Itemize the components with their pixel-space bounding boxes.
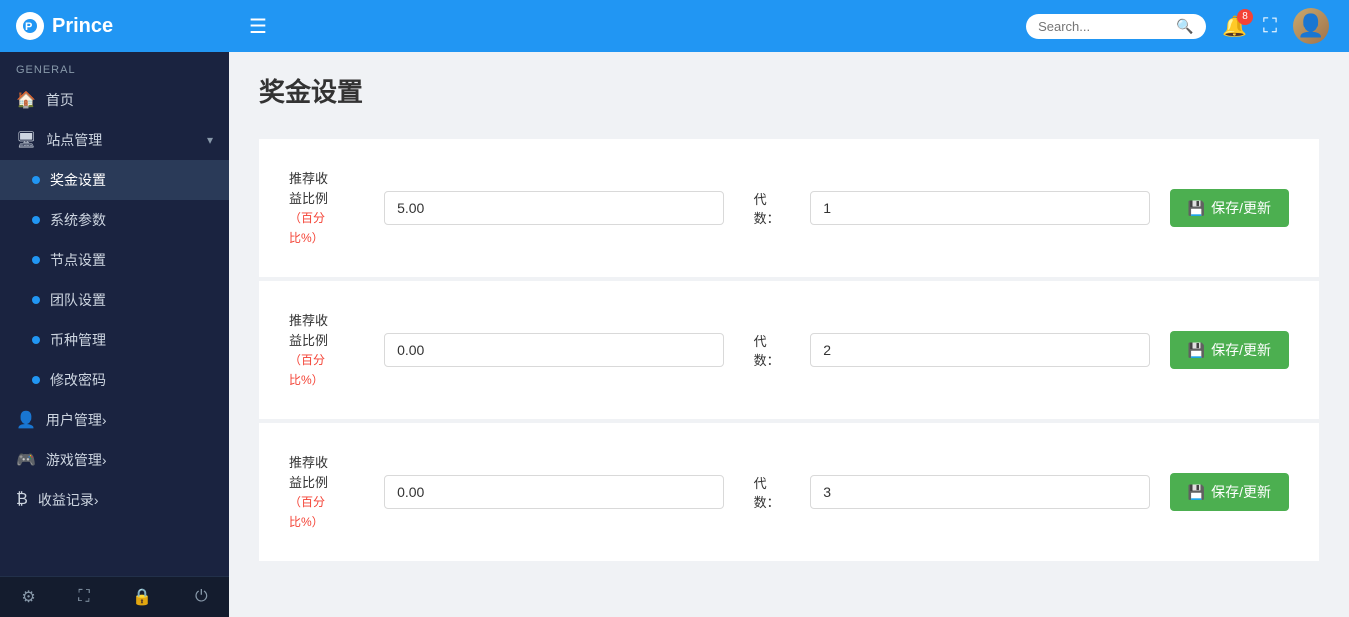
sidebar-item-node-settings-label: 节点设置 [50,250,106,270]
search-icon: 🔍 [1176,18,1193,35]
dot-icon [32,376,40,384]
home-icon: 🏠 [16,90,36,110]
notification-bell[interactable]: 🔔 8 [1222,14,1247,39]
sidebar-item-income-records-label: 收益记录› [38,490,99,510]
save-button-2[interactable]: 💾 保存/更新 [1170,331,1289,369]
avatar[interactable]: 👤 [1293,8,1329,44]
save-icon-2: 💾 [1188,342,1205,359]
sidebar-item-site-management-label: 站点管理 [46,130,102,150]
expand-icon[interactable]: ⛶ [78,588,89,606]
app-logo: P Prince [0,0,229,52]
sidebar-item-site-management[interactable]: 🖥 站点管理 ▾ [0,120,229,160]
sidebar-item-home[interactable]: 🏠 首页 [0,80,229,120]
page-title: 奖金设置 [259,72,1319,109]
power-icon[interactable]: ⏻ [195,588,208,606]
expand-screen-icon[interactable]: ⛶ [1263,15,1277,38]
settings-icon[interactable]: ⚙ [21,587,35,607]
save-label-3: 保存/更新 [1211,482,1271,502]
save-button-3[interactable]: 💾 保存/更新 [1170,473,1289,511]
sidebar-item-bonus-settings-label: 奖金设置 [50,170,106,190]
page-title-bar: 奖金设置 [229,52,1349,119]
sidebar-item-user-management-label: 用户管理› [46,410,107,430]
save-icon-1: 💾 [1188,200,1205,217]
dai-shu-input-2[interactable] [810,333,1149,367]
sidebar-item-change-password[interactable]: 修改密码 [0,360,229,400]
save-label-1: 保存/更新 [1211,198,1271,218]
svg-text:P: P [25,21,32,33]
chevron-down-icon: ▾ [207,133,213,147]
sidebar-item-income-records[interactable]: ₿ 收益记录› [0,480,229,520]
hamburger-icon[interactable]: ☰ [249,14,267,39]
dot-icon [32,336,40,344]
dai-shu-label-3: 代数： [754,473,791,511]
sidebar-item-coin-management[interactable]: 币种管理 [0,320,229,360]
dot-icon [32,296,40,304]
form-row-1: 推荐收益比例 （百分比%） 代数： 💾 保存/更新 [259,139,1319,277]
avatar-image: 👤 [1297,13,1324,39]
dai-shu-input-1[interactable] [810,191,1149,225]
ratio-input-3[interactable] [384,475,723,509]
sidebar-item-game-management-label: 游戏管理› [46,450,107,470]
bitcoin-icon: ₿ [16,491,28,509]
monitor-icon: 🖥 [16,130,36,150]
search-input[interactable] [1038,19,1168,34]
dai-shu-label-2: 代数： [754,331,791,369]
dai-shu-label-1: 代数： [754,189,791,227]
sidebar-item-home-label: 首页 [46,90,74,110]
sidebar-item-node-settings[interactable]: 节点设置 [0,240,229,280]
user-icon: 👤 [16,410,36,430]
field-label-1: 推荐收益比例 （百分比%） [289,169,364,247]
logo-icon: P [16,12,44,40]
dot-icon [32,216,40,224]
ratio-input-1[interactable] [384,191,723,225]
sidebar-item-user-management[interactable]: 👤 用户管理› [0,400,229,440]
sidebar-item-game-management[interactable]: 🎮 游戏管理› [0,440,229,480]
form-row-3: 推荐收益比例 （百分比%） 代数： 💾 保存/更新 [259,423,1319,561]
app-name: Prince [52,15,113,38]
save-button-1[interactable]: 💾 保存/更新 [1170,189,1289,227]
dot-icon [32,176,40,184]
field-label-2: 推荐收益比例 （百分比%） [289,311,364,389]
sidebar: P Prince GENERAL 🏠 首页 🖥 站点管理 ▾ 奖金设置 系统参数… [0,0,229,617]
sidebar-footer: ⚙ ⛶ 🔒 ⏻ [0,576,229,617]
dot-icon [32,256,40,264]
sidebar-item-bonus-settings[interactable]: 奖金设置 [0,160,229,200]
sidebar-item-change-password-label: 修改密码 [50,370,106,390]
sidebar-item-system-params-label: 系统参数 [50,210,106,230]
save-icon-3: 💾 [1188,484,1205,501]
dai-shu-input-3[interactable] [810,475,1149,509]
topbar: ☰ 🔍 🔔 8 ⛶ 👤 [229,0,1349,52]
field-label-3: 推荐收益比例 （百分比%） [289,453,364,531]
sidebar-item-coin-management-label: 币种管理 [50,330,106,350]
ratio-input-2[interactable] [384,333,723,367]
main-area: ☰ 🔍 🔔 8 ⛶ 👤 奖金设置 推荐收益比例 （百分比%） [229,0,1349,617]
game-icon: 🎮 [16,450,36,470]
lock-icon[interactable]: 🔒 [132,587,152,607]
notification-badge: 8 [1237,9,1253,25]
sidebar-item-team-settings[interactable]: 团队设置 [0,280,229,320]
sidebar-item-team-settings-label: 团队设置 [50,290,106,310]
content-area: 奖金设置 推荐收益比例 （百分比%） 代数： 💾 保存/更新 [229,52,1349,617]
save-label-2: 保存/更新 [1211,340,1271,360]
sidebar-item-system-params[interactable]: 系统参数 [0,200,229,240]
search-box[interactable]: 🔍 [1026,14,1206,39]
sidebar-section-general: GENERAL [0,52,229,80]
form-area: 推荐收益比例 （百分比%） 代数： 💾 保存/更新 推荐收益比例 （百分比%） [229,119,1349,585]
form-row-2: 推荐收益比例 （百分比%） 代数： 💾 保存/更新 [259,281,1319,419]
